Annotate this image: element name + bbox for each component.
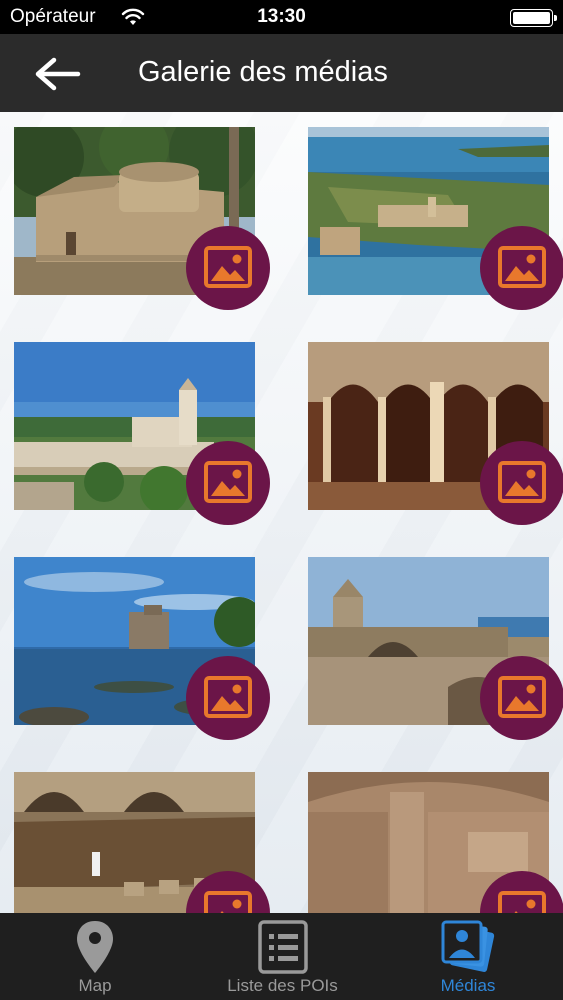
media-type-badge[interactable]	[480, 441, 563, 525]
tab-poi-list[interactable]: Liste des POIs	[205, 913, 360, 1000]
tab-media[interactable]: Médias	[418, 913, 518, 1000]
back-arrow-icon[interactable]	[30, 54, 86, 94]
tab-bar: Map Liste des POIs Médias	[0, 913, 563, 1000]
image-icon	[498, 891, 546, 913]
map-pin-icon	[77, 921, 113, 973]
clock: 13:30	[257, 6, 306, 27]
tab-map[interactable]: Map	[40, 913, 150, 1000]
media-gallery-icon	[441, 920, 495, 972]
battery-icon	[510, 9, 557, 27]
image-icon	[498, 676, 546, 718]
list-icon	[257, 920, 308, 974]
media-type-badge[interactable]	[186, 441, 270, 525]
tab-poi-list-label: Liste des POIs	[227, 976, 338, 995]
media-type-badge[interactable]	[480, 226, 563, 310]
app-header: Galerie des médias	[0, 34, 563, 112]
tab-media-label: Médias	[440, 976, 496, 995]
image-icon	[498, 246, 546, 288]
image-icon	[204, 246, 252, 288]
media-type-badge[interactable]	[480, 656, 563, 740]
image-icon	[204, 891, 252, 913]
image-icon	[204, 461, 252, 503]
image-icon	[204, 676, 252, 718]
tab-map-label: Map	[78, 976, 112, 995]
media-type-badge[interactable]	[186, 656, 270, 740]
image-icon	[498, 461, 546, 503]
status-bar: Opérateur 13:30	[0, 0, 563, 34]
page-title: Galerie des médias	[138, 56, 388, 88]
media-type-badge[interactable]	[186, 226, 270, 310]
media-gallery[interactable]	[0, 112, 563, 913]
